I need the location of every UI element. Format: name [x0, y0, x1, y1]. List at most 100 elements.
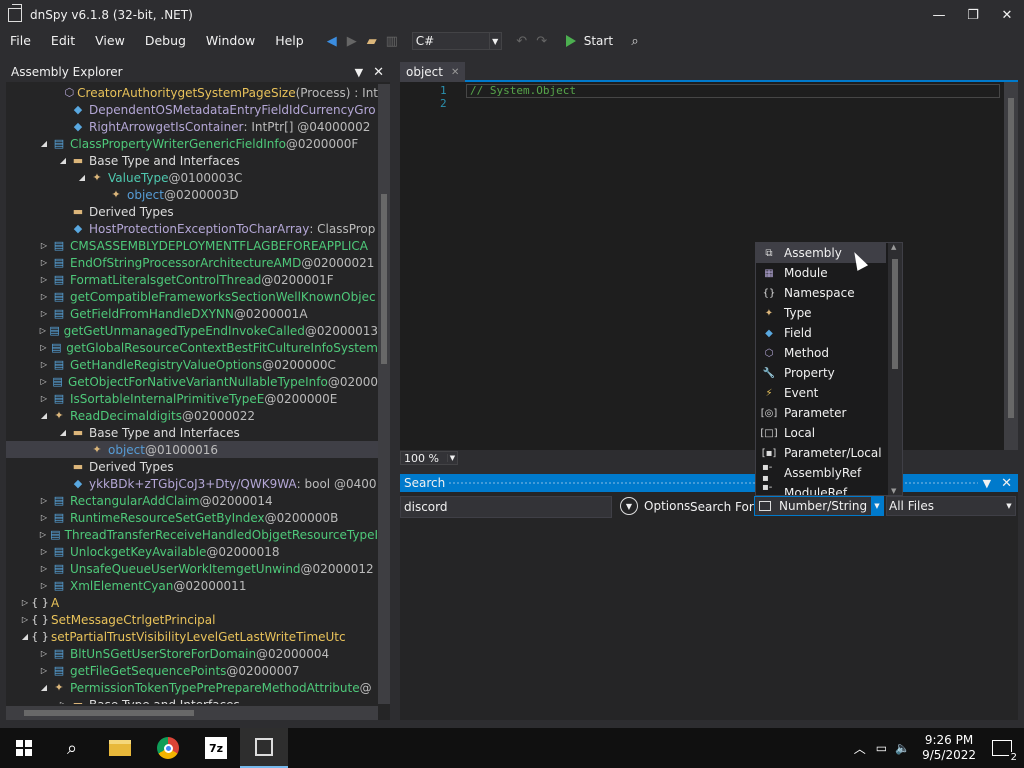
expander-icon[interactable]: ▷ [39, 526, 47, 543]
zoom-select[interactable]: 100 % ▼ [400, 451, 458, 465]
expander-icon[interactable]: ▷ [39, 288, 49, 305]
restore-button[interactable]: ❐ [956, 0, 990, 30]
tree-node[interactable]: ▷ ▤ FormatLiteralsgetControlThread @020000… [6, 271, 378, 288]
tree-node[interactable]: ▷ ▤ BltUnSGetUserStoreForDomain @02000004 [6, 645, 378, 662]
close-button[interactable]: ✕ [990, 0, 1024, 30]
expander-icon[interactable]: ◢ [20, 628, 30, 645]
menu-view[interactable]: View [85, 30, 135, 52]
dropdown-option-moduleref[interactable]: ▪-▪ ModuleRef [756, 482, 886, 495]
dropdown-option-parameter[interactable]: [◎] Parameter [756, 403, 886, 423]
tree-node[interactable]: ◢{ } setPartialTrustVisibilityLevelGetLas… [6, 628, 378, 645]
dropdown-option-assembly[interactable]: ⧉ Assembly [756, 243, 886, 263]
expander-icon[interactable]: ▷ [58, 696, 68, 704]
expander-icon[interactable]: ▷ [39, 322, 47, 339]
expander-icon[interactable]: ▷ [39, 662, 49, 679]
tree-node[interactable]: ◢ ▬ Base Type and Interfaces [6, 152, 378, 169]
expander-icon[interactable]: ▷ [39, 237, 49, 254]
minimize-button[interactable]: — [922, 0, 956, 30]
expander-icon[interactable]: ▷ [39, 492, 49, 509]
expander-icon[interactable]: ◢ [39, 679, 49, 696]
assembly-tree[interactable]: ⬡ CreatorAuthoritygetSystemPageSize (Proce… [6, 84, 378, 704]
undo-icon[interactable]: ↶ [512, 31, 532, 51]
search-input[interactable]: discord [400, 496, 612, 518]
expander-icon[interactable]: ▷ [20, 611, 30, 628]
navigate-back-icon[interactable]: ◀ [322, 31, 342, 51]
panel-menu-icon[interactable]: ▼ [355, 66, 363, 79]
menu-debug[interactable]: Debug [135, 30, 196, 52]
scrollbar-thumb[interactable] [24, 710, 194, 716]
tree-node[interactable]: ▷ ▤ XmlElementCyan @02000011 [6, 577, 378, 594]
tree-node[interactable]: ▷ ▤ UnlockgetKeyAvailable @02000018 [6, 543, 378, 560]
scrollbar-thumb[interactable] [892, 259, 898, 369]
tree-node[interactable]: ✦ object @0200003D [6, 186, 378, 203]
notification-center-icon[interactable]: 2 [992, 740, 1019, 763]
tree-node[interactable]: ⬡ CreatorAuthoritygetSystemPageSize (Proce… [6, 84, 378, 101]
expander-icon[interactable]: ◢ [39, 135, 49, 152]
tree-node[interactable]: ▷ ▤ getGetUnmanagedTypeEndInvokeCalled @02… [6, 322, 378, 339]
tree-node[interactable]: ▷ ▤ ThreadTransferReceiveHandledObjgetReso… [6, 526, 378, 543]
dropdown-option-field[interactable]: ◆ Field [756, 323, 886, 343]
scrollbar-thumb[interactable] [381, 194, 387, 364]
tree-node[interactable]: ▷ ▤ GetObjectForNativeVariantNullableTypeI… [6, 373, 378, 390]
tree-node[interactable]: ◢ ✦ ReadDecimaldigits @02000022 [6, 407, 378, 424]
editor-vertical-scrollbar[interactable] [1004, 82, 1018, 450]
navigate-forward-icon[interactable]: ▶ [342, 31, 362, 51]
menu-window[interactable]: Window [196, 30, 265, 52]
expander-icon[interactable]: ▷ [39, 543, 49, 560]
tree-node[interactable]: ▷ ▤ GetFieldFromHandleDXYNN @0200001A [6, 305, 378, 322]
tree-node[interactable]: ◢ ✦ ValueType @0100003C [6, 169, 378, 186]
expander-icon[interactable]: ▷ [39, 645, 49, 662]
dropdown-option-method[interactable]: ⬡ Method [756, 343, 886, 363]
expander-icon[interactable]: ▷ [39, 577, 49, 594]
expander-icon[interactable]: ▷ [39, 305, 49, 322]
code-editor[interactable]: 1 2 // System.Object [400, 82, 1018, 450]
search-for-select[interactable]: Number/String ▼ [754, 496, 884, 516]
expander-icon[interactable]: ▷ [20, 594, 30, 611]
expander-icon[interactable]: ▷ [39, 509, 49, 526]
expander-icon[interactable]: ▷ [39, 339, 48, 356]
scroll-down-icon[interactable]: ▼ [891, 487, 896, 495]
expander-icon[interactable]: ▷ [39, 356, 49, 373]
tree-node[interactable]: ◢ ▬ Base Type and Interfaces [6, 424, 378, 441]
tree-node[interactable]: ◆ RightArrowgetIsContainer : IntPtr[] @04… [6, 118, 378, 135]
chrome-taskbar-button[interactable] [144, 728, 192, 768]
explorer-vertical-scrollbar[interactable] [378, 84, 390, 704]
tree-node[interactable]: ▷ ▤ RuntimeResourceSetGetByIndex @0200000B [6, 509, 378, 526]
options-toggle[interactable]: ▼ Options [620, 497, 690, 515]
dropdown-option-property[interactable]: 🔧 Property [756, 363, 886, 383]
scroll-up-icon[interactable]: ▲ [891, 243, 896, 251]
clock[interactable]: 9:26 PM 9/5/2022 [922, 733, 976, 763]
dropdown-option-type[interactable]: ✦ Type [756, 303, 886, 323]
network-icon[interactable]: ▭ [876, 741, 887, 755]
language-select[interactable]: C# ▼ [411, 32, 502, 50]
dnspy-taskbar-button[interactable] [240, 728, 288, 768]
tree-node[interactable]: ▷ ▤ getGlobalResourceContextBestFitCulture… [6, 339, 378, 356]
expander-icon[interactable]: ◢ [77, 169, 87, 186]
redo-icon[interactable]: ↷ [532, 31, 552, 51]
dropdown-scrollbar[interactable]: ▲ ▼ [888, 243, 902, 495]
tree-node[interactable]: ▷ ▤ CMSASSEMBLYDEPLOYMENTFLAGBEFOREAPPLICA [6, 237, 378, 254]
expander-icon[interactable]: ◢ [58, 424, 68, 441]
tree-node[interactable]: ▷ ▤ getCompatibleFrameworksSectionWellKnow… [6, 288, 378, 305]
dropdown-option-assemblyref[interactable]: ▪-▪ AssemblyRef [756, 462, 886, 484]
expander-icon[interactable]: ▷ [39, 271, 49, 288]
expander-icon[interactable]: ◢ [39, 407, 49, 424]
menu-edit[interactable]: Edit [41, 30, 85, 52]
tree-node[interactable]: ▷▬Base Type and Interfaces [6, 696, 378, 705]
start-menu-button[interactable] [0, 728, 48, 768]
dropdown-option-event[interactable]: ⚡ Event [756, 383, 886, 403]
start-debug-button[interactable]: Start [565, 34, 613, 48]
search-scope-select[interactable]: All Files ▼ [886, 496, 1016, 516]
explorer-horizontal-scrollbar[interactable] [6, 706, 378, 720]
file-explorer-taskbar-button[interactable] [96, 728, 144, 768]
search-icon[interactable]: ⌕ [625, 31, 645, 51]
close-icon[interactable]: ✕ [1001, 476, 1012, 491]
open-list-icon[interactable]: ▥ [382, 31, 402, 51]
tree-node[interactable]: ▬ Derived Types [6, 203, 378, 220]
menu-file[interactable]: File [0, 30, 41, 52]
chevron-up-icon[interactable]: ︿ [854, 740, 866, 757]
tree-node[interactable]: ▷ ▤ GetHandleRegistryValueOptions @0200000… [6, 356, 378, 373]
expander-icon[interactable]: ◢ [58, 152, 68, 169]
tree-node[interactable]: ◢ ✦ PermissionTokenTypePrePrepareMethodAtt… [6, 679, 378, 696]
tree-node[interactable]: ◢ ▤ ClassPropertyWriterGenericFieldInfo @0… [6, 135, 378, 152]
